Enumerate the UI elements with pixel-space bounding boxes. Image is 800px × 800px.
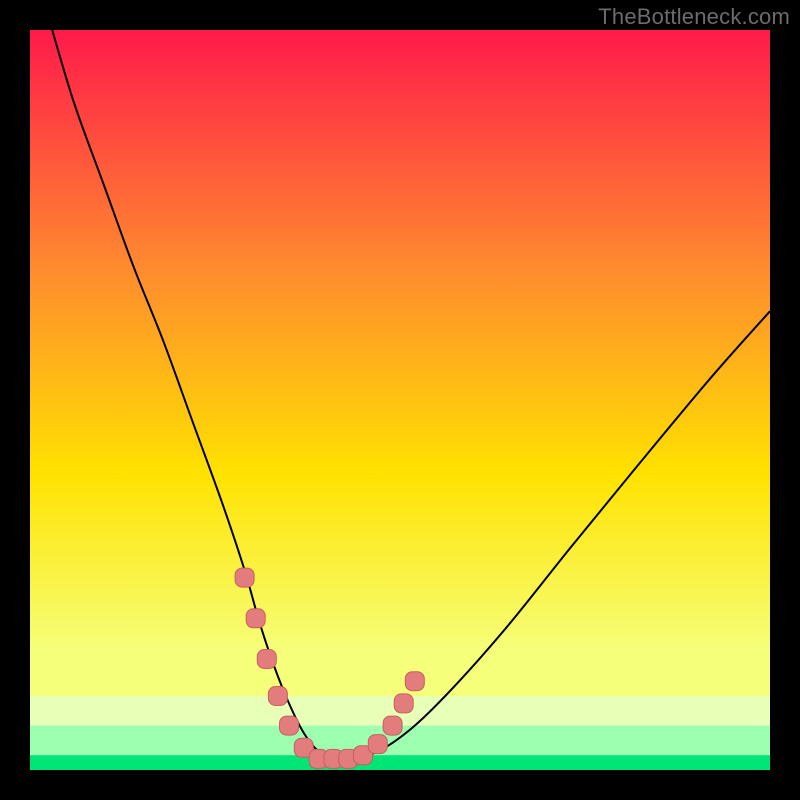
curve-marker xyxy=(383,716,402,735)
curve-marker xyxy=(394,694,413,713)
watermark-text: TheBottleneck.com xyxy=(598,4,790,30)
chart-stage: TheBottleneck.com xyxy=(0,0,800,800)
gradient-band xyxy=(30,755,770,770)
bottleneck-chart xyxy=(30,30,770,770)
plot-background xyxy=(30,30,770,770)
curve-marker xyxy=(368,735,387,754)
curve-marker xyxy=(268,687,287,706)
curve-marker xyxy=(235,568,254,587)
curve-marker xyxy=(280,716,299,735)
curve-marker xyxy=(246,609,265,628)
curve-marker xyxy=(257,650,276,669)
curve-marker xyxy=(405,672,424,691)
